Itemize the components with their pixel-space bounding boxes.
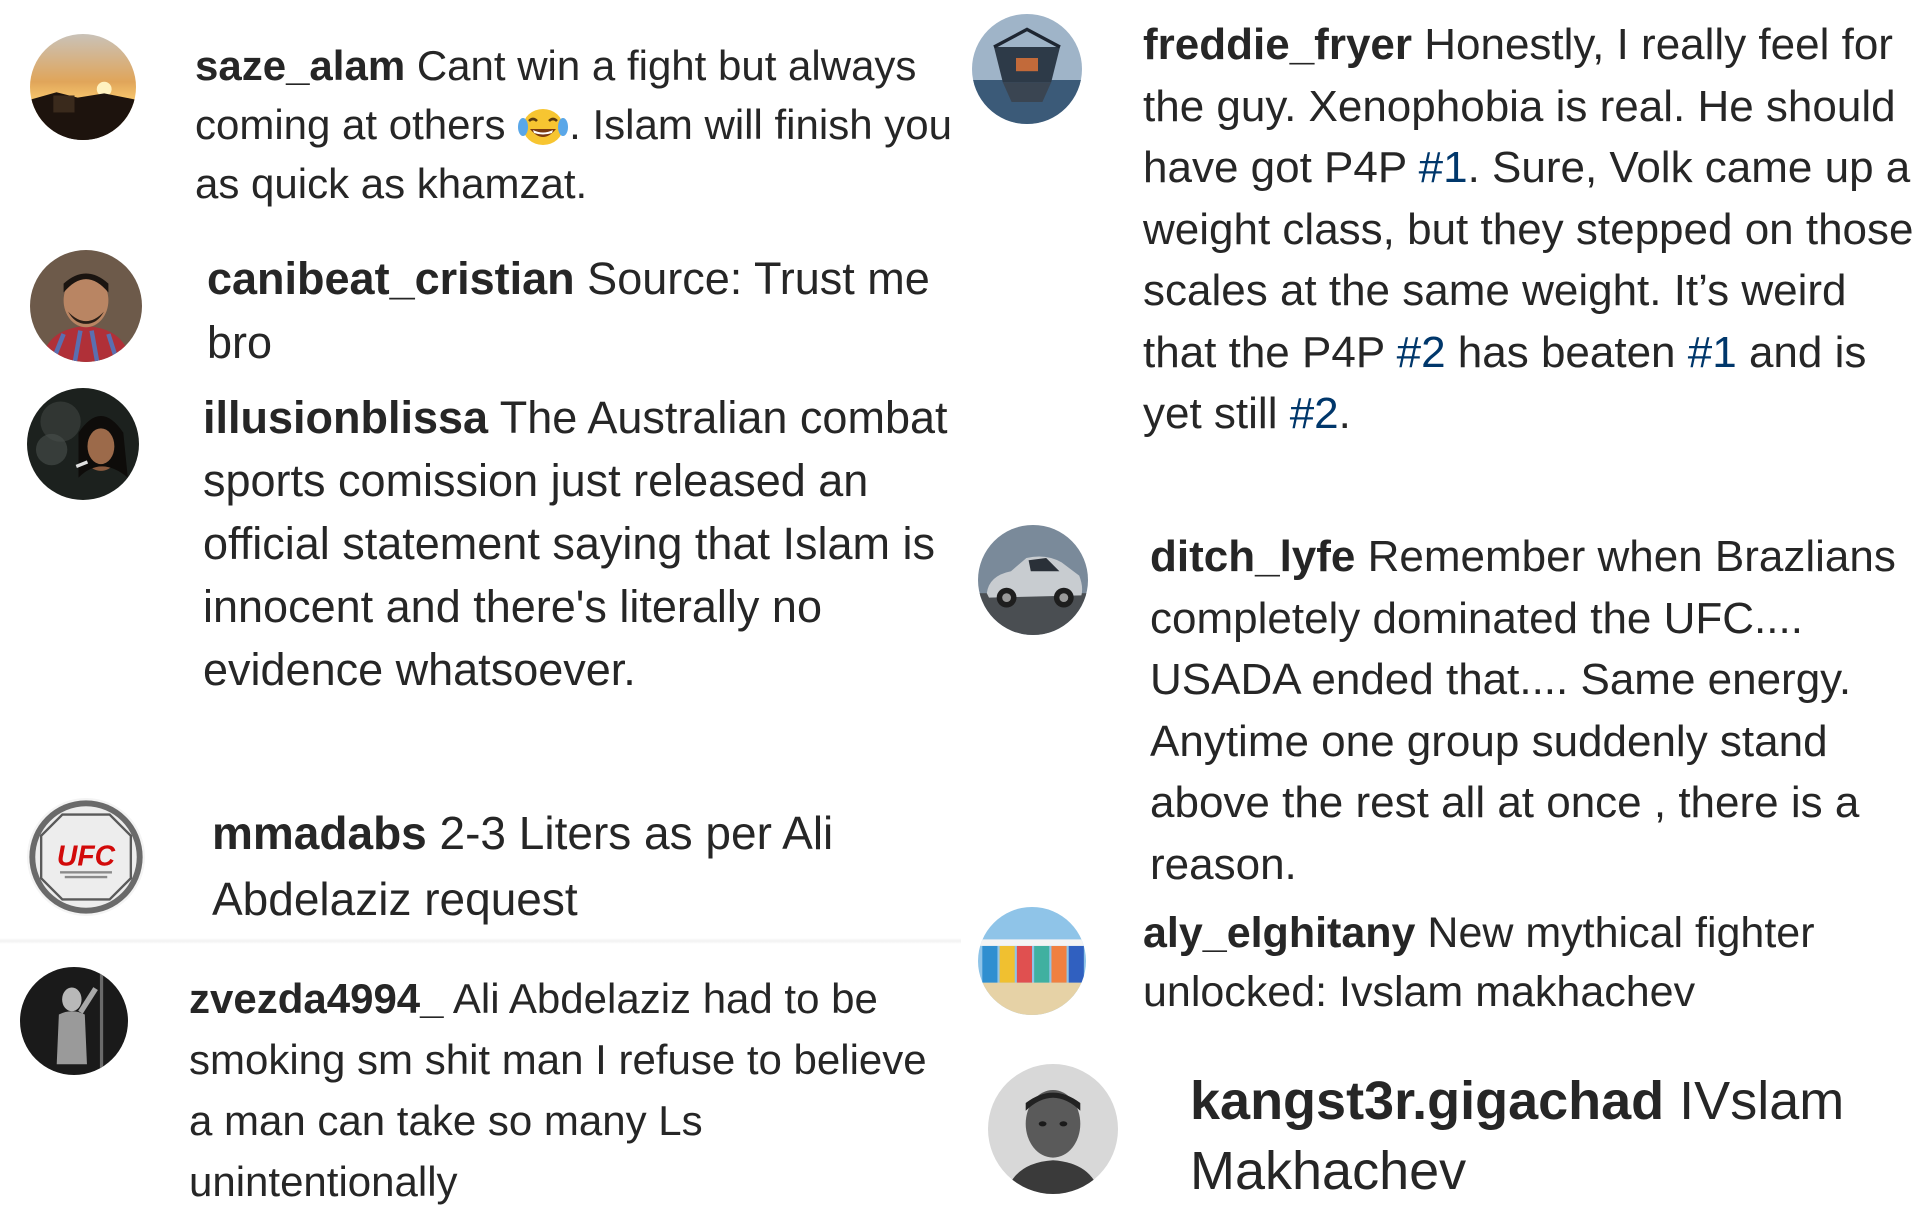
username-link[interactable]: illusionblissa [203, 392, 488, 443]
sunset-photo-icon [30, 34, 136, 140]
water-structure-photo-icon [972, 14, 1082, 124]
hashtag-link[interactable]: #1 [1688, 328, 1737, 377]
svg-text:UFC: UFC [57, 840, 116, 872]
username-link[interactable]: ditch_lyfe [1150, 532, 1355, 581]
bw-man-portrait-icon [988, 1064, 1118, 1194]
comment-text: canibeat_cristian Source: Trust me bro [207, 247, 947, 375]
comment-body: Remember when Brazlians completely domin… [1150, 532, 1896, 889]
hashtag-link[interactable]: #2 [1290, 389, 1339, 438]
avatar-zvezda4994[interactable] [20, 967, 128, 1075]
avatar-canibeat-cristian[interactable] [30, 250, 142, 362]
username-link[interactable]: kangst3r.gigachad [1190, 1071, 1664, 1131]
username-link[interactable]: freddie_fryer [1143, 20, 1412, 69]
ufc-logo-icon: UFC [29, 800, 143, 914]
comment-text: freddie_fryer Honestly, I really feel fo… [1143, 14, 1918, 445]
username-link[interactable]: aly_elghitany [1143, 909, 1415, 957]
comment-text: aly_elghitany New mythical fighter unloc… [1143, 904, 1918, 1022]
man-portrait-icon [30, 250, 142, 362]
comment-body: has beaten [1445, 327, 1688, 377]
woman-smoke-portrait-icon [27, 388, 139, 500]
panel-divider [0, 938, 961, 944]
avatar-freddie-fryer[interactable] [972, 14, 1082, 124]
username-link[interactable]: canibeat_cristian [207, 253, 575, 304]
comment-text: saze_alam Cant win a fight but always co… [195, 36, 955, 213]
silver-car-photo-icon [978, 525, 1088, 635]
comment-text: zvezda4994_ Ali Abdelaziz had to be smok… [189, 968, 959, 1212]
beach-huts-photo-icon [978, 907, 1086, 1015]
comment-text: ditch_lyfe Remember when Brazlians compl… [1150, 526, 1920, 895]
avatar-illusionblissa[interactable] [27, 388, 139, 500]
avatar-ditch-lyfe[interactable] [978, 525, 1088, 635]
tears-of-joy-emoji-icon [517, 105, 569, 145]
avatar-kangst3r-gigachad[interactable] [988, 1064, 1118, 1194]
hashtag-link[interactable]: #1 [1419, 143, 1468, 192]
comment-text: kangst3r.gigachad IVslam Makhachev [1190, 1066, 1920, 1206]
username-link[interactable]: saze_alam [195, 42, 405, 89]
comment-text: mmadabs 2-3 Liters as per Ali Abdelaziz … [212, 800, 957, 932]
hashtag-link[interactable]: #2 [1397, 328, 1446, 377]
avatar-saze-alam[interactable] [30, 34, 136, 140]
bw-figure-photo-icon [20, 967, 128, 1075]
username-link[interactable]: mmadabs [212, 807, 427, 859]
username-link[interactable]: zvezda4994_ [189, 975, 444, 1022]
avatar-mmadabs[interactable]: UFC [27, 798, 145, 916]
avatar-aly-elghitany[interactable] [978, 907, 1086, 1015]
comment-text: illusionblissa The Australian combat spo… [203, 386, 958, 701]
comment-body: . [1338, 389, 1351, 438]
